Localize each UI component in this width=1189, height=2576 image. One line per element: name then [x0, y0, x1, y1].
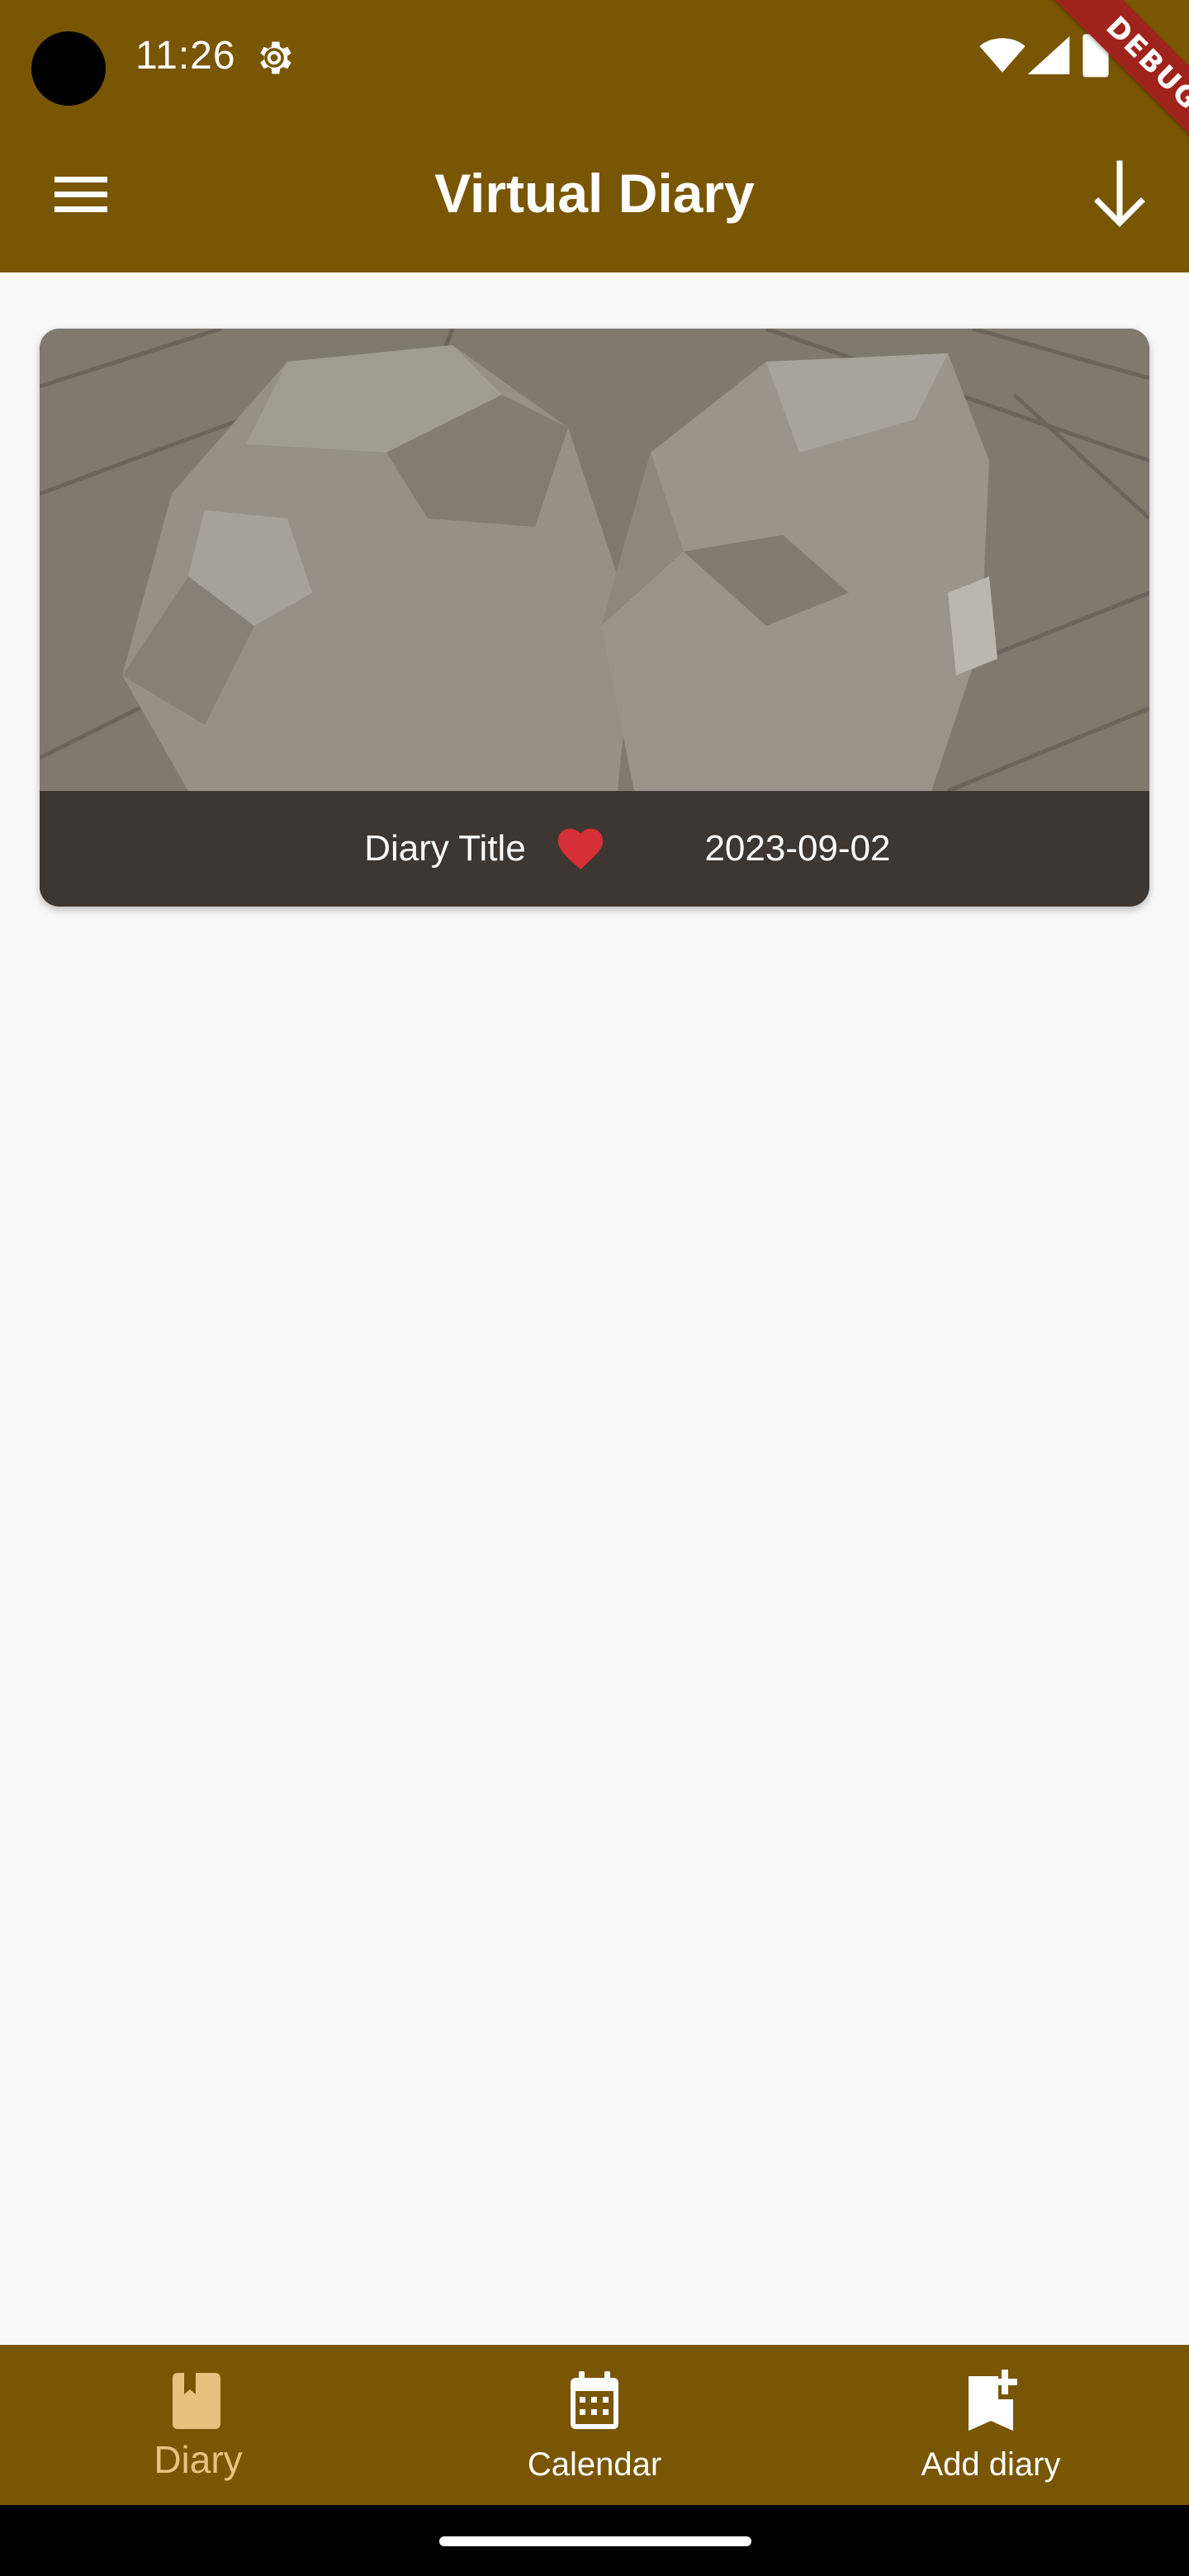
nav-item-diary[interactable]: Diary	[0, 2345, 396, 2505]
nav-item-add-diary[interactable]: Add diary	[793, 2345, 1189, 2505]
diary-entry-date: 2023-09-02	[704, 828, 891, 869]
debug-banner: DEBUG	[1042, 0, 1189, 174]
app-bar: 11:26 DEBUG Virtual Diary	[0, 0, 1189, 272]
camera-cutout	[31, 31, 106, 106]
heart-icon	[557, 828, 604, 869]
status-time: 11:26	[135, 34, 236, 78]
sort-button[interactable]	[1087, 157, 1153, 231]
bottom-navigation: Diary Calendar Add diary	[0, 2345, 1189, 2505]
diary-entry-caption: Diary Title 2023-09-02	[40, 791, 1149, 907]
diary-entry-card[interactable]: Diary Title 2023-09-02	[40, 329, 1149, 907]
settings-gear-icon	[260, 41, 291, 74]
arrow-down-icon	[1094, 160, 1145, 227]
system-navigation-bar	[0, 2505, 1189, 2576]
page-title: Virtual Diary	[434, 163, 755, 224]
home-gesture-handle[interactable]	[439, 2536, 751, 2546]
calendar-icon	[571, 2371, 618, 2429]
diary-entry-title: Diary Title	[364, 828, 526, 869]
nav-item-label: Add diary	[921, 2446, 1061, 2483]
nav-item-label: Calendar	[527, 2446, 662, 2483]
nav-item-label: Diary	[154, 2438, 243, 2481]
cellular-signal-icon	[1027, 36, 1070, 74]
add-bookmark-icon	[969, 2370, 1017, 2431]
nav-item-calendar[interactable]: Calendar	[396, 2345, 793, 2505]
diary-book-icon	[173, 2373, 220, 2429]
wifi-icon	[979, 38, 1026, 73]
